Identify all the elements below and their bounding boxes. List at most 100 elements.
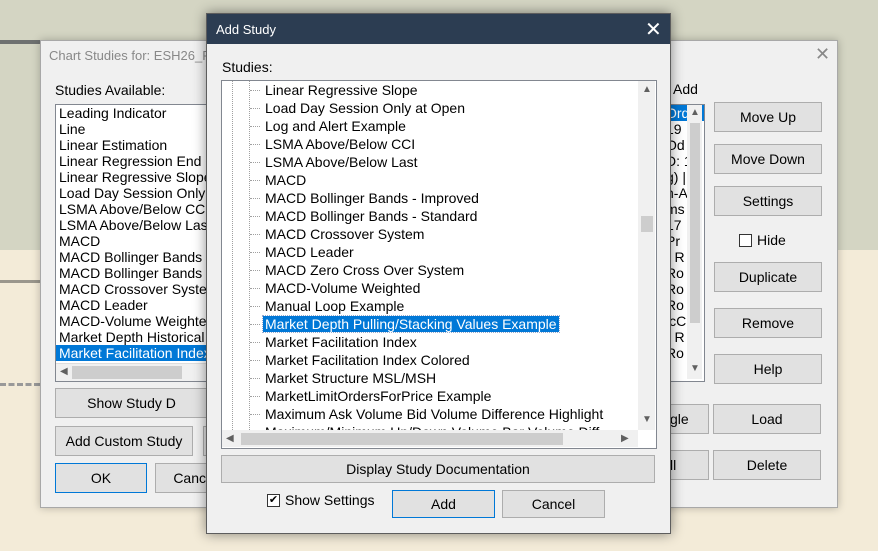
studies-tree-list[interactable]: Linear Regressive Slope Load Day Session … bbox=[221, 80, 657, 449]
list-item[interactable]: MACD Bollinger Bands - bbox=[56, 265, 209, 281]
horizontal-scrollbar[interactable]: ◀ bbox=[56, 363, 209, 381]
list-item[interactable]: Line bbox=[56, 121, 209, 137]
tree-item-label: LSMA Above/Below CCI bbox=[265, 136, 416, 152]
load-button[interactable]: Load bbox=[713, 404, 821, 434]
studies-available-list[interactable]: Leading Indicator Line Linear Estimation Li… bbox=[55, 104, 210, 382]
tree-connector bbox=[250, 162, 260, 163]
tree-item[interactable]: MarketLimitOrdersForPrice Example bbox=[222, 387, 638, 405]
list-item[interactable]: Leading Indicator bbox=[56, 105, 209, 121]
vertical-scrollbar[interactable]: ▲ ▼ bbox=[638, 81, 655, 430]
tree-connector bbox=[250, 216, 260, 217]
horizontal-scrollbar[interactable]: ◀ ▶ bbox=[222, 430, 638, 447]
vertical-scrollbar[interactable]: ▲ ▼ bbox=[687, 105, 702, 379]
title-bar[interactable]: Add Study ✕ bbox=[207, 14, 670, 44]
tree-item[interactable]: MACD bbox=[222, 171, 638, 189]
tree-item[interactable]: MACD-Volume Weighted bbox=[222, 279, 638, 297]
tree-item-label: Market Facilitation Index Colored bbox=[265, 352, 470, 368]
tree-item-label: MACD Bollinger Bands - Improved bbox=[265, 190, 479, 206]
tree-connector bbox=[250, 306, 260, 307]
tree-connector bbox=[250, 396, 260, 397]
list-item[interactable]: Linear Estimation bbox=[56, 137, 209, 153]
tree-item[interactable]: Maximum Ask Volume Bid Volume Difference… bbox=[222, 405, 638, 423]
show-settings-label: Show Settings bbox=[285, 492, 375, 508]
save-all-button[interactable]: ll bbox=[667, 450, 709, 480]
close-icon[interactable]: ✕ bbox=[645, 17, 662, 42]
list-item[interactable]: Linear Regressive Slope bbox=[56, 169, 209, 185]
list-item[interactable]: MACD-Volume Weighted bbox=[56, 313, 209, 329]
tree-connector bbox=[250, 324, 260, 325]
tree-item[interactable]: LSMA Above/Below CCI bbox=[222, 135, 638, 153]
add-label: Add bbox=[673, 81, 698, 97]
tree-item[interactable]: MACD Crossover System bbox=[222, 225, 638, 243]
close-icon[interactable]: ✕ bbox=[815, 44, 830, 65]
list-item[interactable]: MACD Crossover System bbox=[56, 281, 209, 297]
tree-item-label: Manual Loop Example bbox=[265, 298, 405, 314]
show-study-documentation-button[interactable]: Show Study D bbox=[55, 388, 208, 418]
tree-item[interactable]: MACD Bollinger Bands - Improved bbox=[222, 189, 638, 207]
scrollbar-thumb[interactable] bbox=[690, 123, 700, 323]
scroll-left-icon[interactable]: ◀ bbox=[60, 366, 68, 377]
tree-connector bbox=[250, 144, 260, 145]
list-item[interactable]: MACD Bollinger Bands - bbox=[56, 249, 209, 265]
tree-item[interactable]: MACD Bollinger Bands - Standard bbox=[222, 207, 638, 225]
dialog-title: Add Study bbox=[216, 22, 276, 37]
tree-item[interactable]: Load Day Session Only at Open bbox=[222, 99, 638, 117]
hide-checkbox[interactable] bbox=[739, 234, 752, 247]
tree-item[interactable]: Maximum/Minimum Up/Down Volume Bar Volum… bbox=[222, 423, 638, 430]
tree-item-label: Linear Regressive Slope bbox=[265, 82, 418, 98]
show-settings-checkbox[interactable]: ✔ bbox=[267, 494, 280, 507]
add-button[interactable]: Add bbox=[392, 490, 495, 518]
tree-item-label: MACD Zero Cross Over System bbox=[265, 262, 465, 278]
tree-item-label: MarketLimitOrdersForPrice Example bbox=[265, 388, 492, 404]
tree-connector bbox=[250, 360, 260, 361]
duplicate-button[interactable]: Duplicate bbox=[714, 262, 822, 292]
list-item[interactable]: MACD Leader bbox=[56, 297, 209, 313]
cancel-button[interactable]: Canc bbox=[155, 463, 209, 493]
tree-item[interactable]: MACD Leader bbox=[222, 243, 638, 261]
cancel-button[interactable]: Cancel bbox=[502, 490, 605, 518]
tree-item-label: Log and Alert Example bbox=[265, 118, 406, 134]
tree-connector bbox=[250, 90, 260, 91]
save-all-single-button[interactable]: gle bbox=[667, 404, 709, 434]
list-item[interactable]: Market Depth Historical G bbox=[56, 329, 209, 345]
scroll-up-icon[interactable]: ▲ bbox=[642, 84, 652, 95]
move-up-button[interactable]: Move Up bbox=[714, 102, 822, 132]
tree-item[interactable]: Linear Regressive Slope bbox=[222, 81, 638, 99]
scrollbar-thumb[interactable] bbox=[641, 216, 653, 232]
tree-item[interactable]: Market Facilitation Index bbox=[222, 333, 638, 351]
scrollbar-thumb[interactable] bbox=[241, 433, 563, 445]
list-item[interactable]: LSMA Above/Below CCI bbox=[56, 201, 209, 217]
tree-item-label: MACD Leader bbox=[265, 244, 354, 260]
tree-item-label: MACD bbox=[265, 172, 307, 188]
tree-item[interactable]: Log and Alert Example bbox=[222, 117, 638, 135]
scroll-left-icon[interactable]: ◀ bbox=[226, 433, 234, 444]
scrollbar-thumb[interactable] bbox=[72, 366, 182, 379]
tree-item[interactable]: Market Depth Pulling/Stacking Values Exa… bbox=[222, 315, 638, 333]
scroll-up-icon[interactable]: ▲ bbox=[690, 107, 700, 118]
tree-item[interactable]: Manual Loop Example bbox=[222, 297, 638, 315]
display-study-documentation-button[interactable]: Display Study Documentation bbox=[221, 455, 655, 483]
ok-button[interactable]: OK bbox=[55, 463, 147, 493]
tree-item[interactable]: Market Facilitation Index Colored bbox=[222, 351, 638, 369]
add-custom-study-button[interactable]: Add Custom Study bbox=[55, 426, 193, 456]
chart-line bbox=[0, 280, 40, 283]
tree-connector bbox=[250, 126, 260, 127]
settings-button[interactable]: Settings bbox=[714, 186, 822, 216]
tree-item[interactable]: Market Structure MSL/MSH bbox=[222, 369, 638, 387]
list-item[interactable]: Load Day Session Only a bbox=[56, 185, 209, 201]
move-down-button[interactable]: Move Down bbox=[714, 144, 822, 174]
tree-connector bbox=[250, 234, 260, 235]
scroll-down-icon[interactable]: ▼ bbox=[690, 363, 700, 374]
tree-item-label: Market Structure MSL/MSH bbox=[265, 370, 437, 386]
list-item[interactable]: MACD bbox=[56, 233, 209, 249]
help-button[interactable]: Help bbox=[714, 354, 822, 384]
scroll-right-icon[interactable]: ▶ bbox=[621, 433, 629, 444]
list-item[interactable]: LSMA Above/Below Last bbox=[56, 217, 209, 233]
scroll-down-icon[interactable]: ▼ bbox=[642, 414, 652, 425]
remove-button[interactable]: Remove bbox=[714, 308, 822, 338]
delete-button[interactable]: Delete bbox=[713, 450, 821, 480]
tree-item[interactable]: MACD Zero Cross Over System bbox=[222, 261, 638, 279]
list-item[interactable]: Linear Regression End C bbox=[56, 153, 209, 169]
list-item[interactable]: Market Facilitation Index bbox=[56, 345, 209, 361]
tree-item[interactable]: LSMA Above/Below Last bbox=[222, 153, 638, 171]
